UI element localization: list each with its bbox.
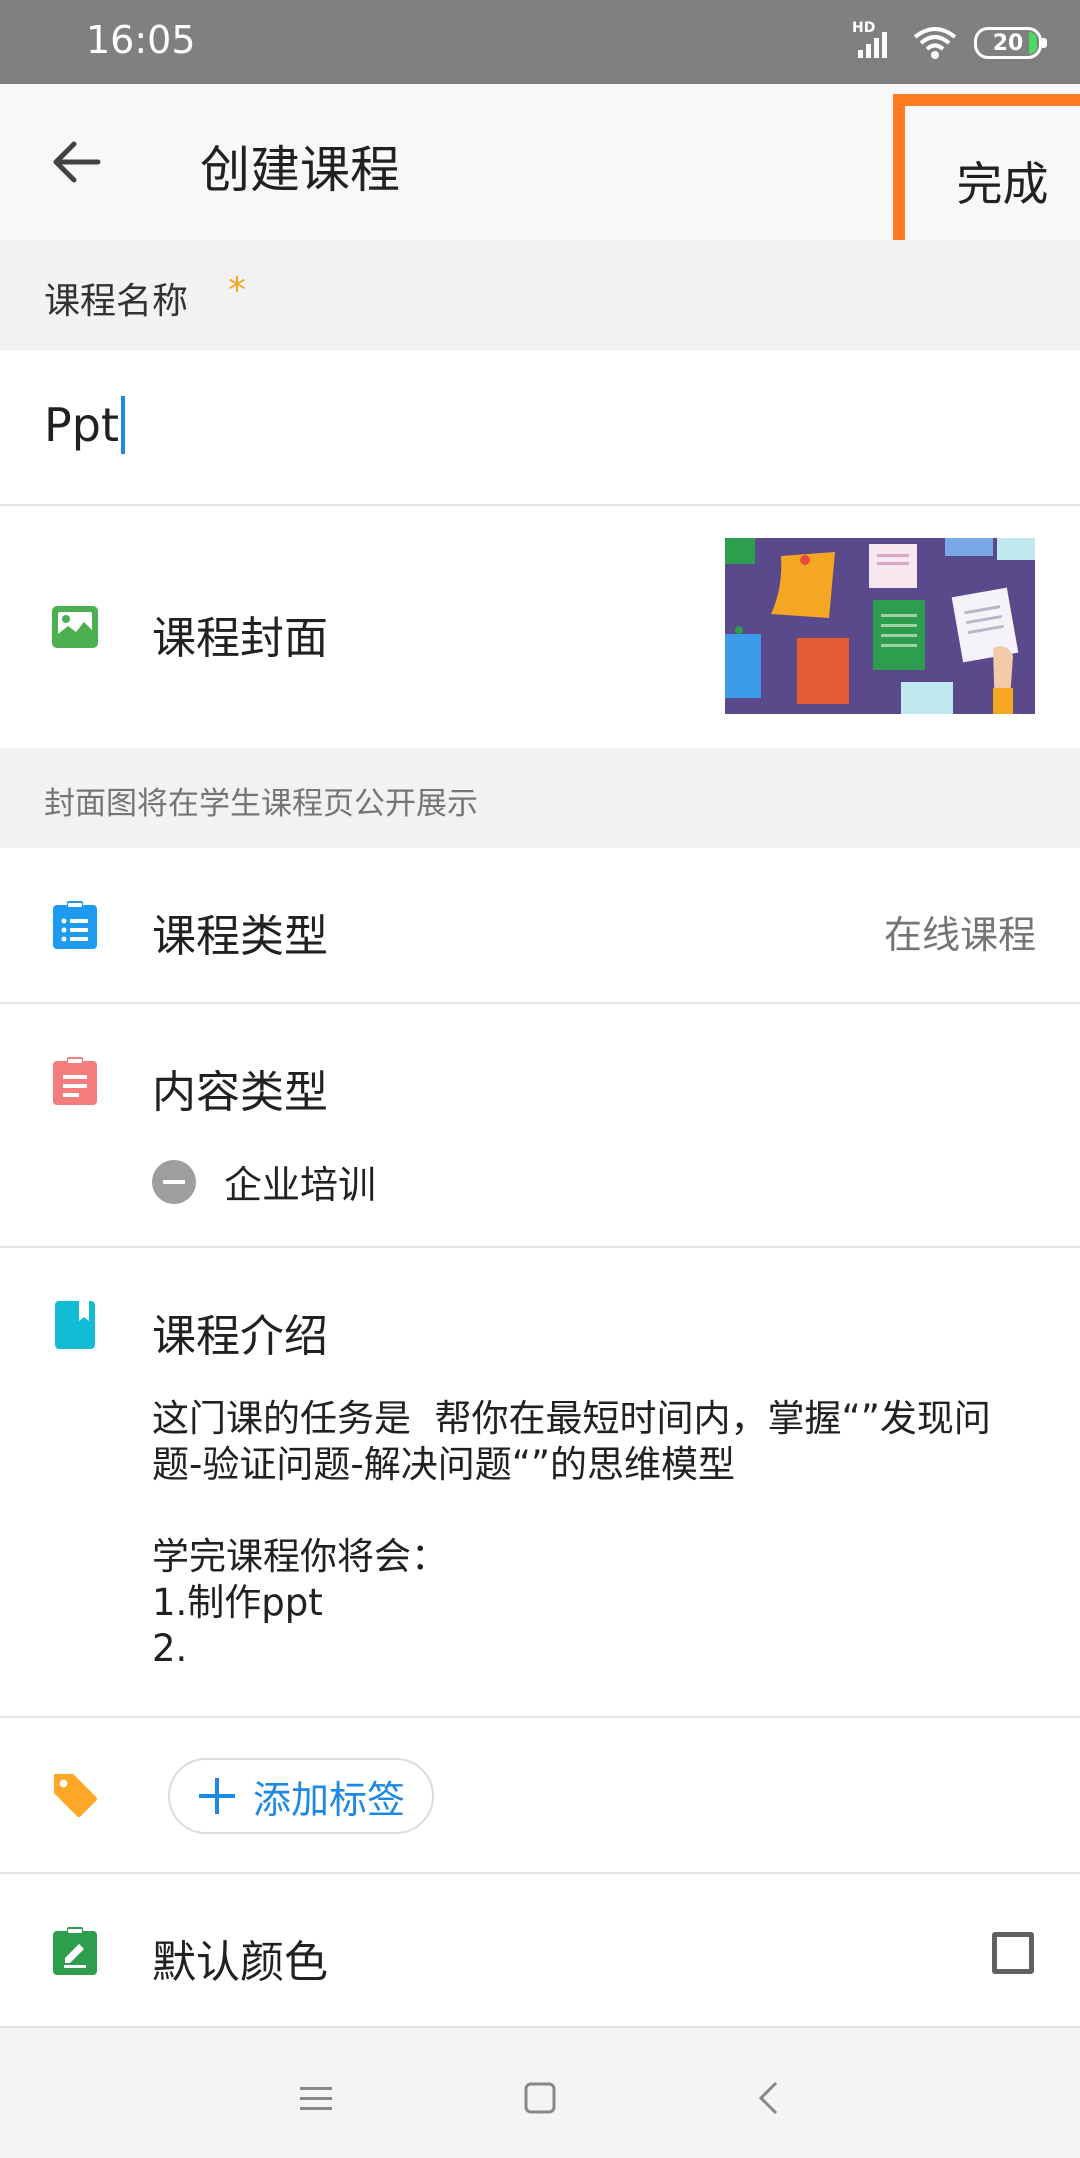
course-intro-label: 课程介绍 xyxy=(152,1311,328,1362)
content-type-label: 内容类型 xyxy=(152,1067,328,1118)
cover-label: 课程封面 xyxy=(152,613,328,664)
page-title: 创建课程 xyxy=(200,141,400,199)
bookmark-book-icon xyxy=(52,1301,98,1349)
status-icons: HD 20 xyxy=(852,20,1047,64)
cover-note: 封面图将在学生课程页公开展示 xyxy=(44,786,478,822)
cover-note-bar: 封面图将在学生课程页公开展示 xyxy=(0,748,1080,848)
status-bar: 16:05 HD 20 xyxy=(0,0,1080,84)
signal-icon: HD xyxy=(852,20,896,60)
required-mark: * xyxy=(228,270,246,311)
done-label: 完成 xyxy=(956,157,1049,211)
battery-icon: 20 xyxy=(974,27,1047,59)
course-name-value: Ppt xyxy=(44,398,119,452)
content-type-chip-label: 企业培训 xyxy=(224,1163,377,1207)
content-type-row[interactable]: 内容类型 企业培训 xyxy=(0,1004,1080,1248)
add-tag-label: 添加标签 xyxy=(252,1777,405,1822)
clipboard-list-icon xyxy=(52,901,98,949)
app-bar: 创建课程 完成 xyxy=(0,84,1080,268)
arrow-left-icon xyxy=(53,141,101,183)
back-nav-icon[interactable] xyxy=(738,2068,798,2128)
wifi-icon xyxy=(912,25,958,61)
tags-row: 添加标签 xyxy=(0,1718,1080,1874)
minus-circle-icon[interactable] xyxy=(152,1159,196,1204)
course-name-label: 课程名称 xyxy=(44,281,189,322)
content-type-chip[interactable]: 企业培训 xyxy=(152,1154,376,1209)
plus-icon xyxy=(198,1778,235,1814)
course-cover-row[interactable]: 课程封面 xyxy=(0,506,1080,748)
home-icon[interactable] xyxy=(510,2068,570,2128)
clipboard-text-icon xyxy=(52,1057,98,1105)
course-type-row[interactable]: 课程类型 在线课程 xyxy=(0,848,1080,1004)
course-name-input[interactable]: Ppt xyxy=(44,396,125,454)
course-name-field[interactable]: Ppt xyxy=(0,350,1080,506)
tag-icon xyxy=(52,1772,98,1818)
back-button[interactable] xyxy=(40,126,112,198)
course-intro-text[interactable]: 这门课的任务是 帮你在最短时间内，掌握“”发现问题-验证问题-解决问题“”的思维… xyxy=(152,1396,1032,1672)
cover-thumbnail[interactable] xyxy=(725,538,1035,714)
status-time: 16:05 xyxy=(86,18,196,62)
course-name-header: 课程名称 * xyxy=(0,240,1080,350)
course-intro-row[interactable]: 课程介绍 这门课的任务是 帮你在最短时间内，掌握“”发现问题-验证问题-解决问题… xyxy=(0,1248,1080,1718)
course-type-value: 在线课程 xyxy=(883,913,1036,957)
menu-icon[interactable] xyxy=(286,2068,346,2128)
clipboard-edit-icon xyxy=(52,1927,98,1975)
navigation-bar xyxy=(0,2028,1080,2158)
text-cursor xyxy=(120,396,125,454)
default-color-row[interactable]: 默认颜色 xyxy=(0,1874,1080,2028)
default-color-checkbox[interactable] xyxy=(992,1932,1034,1974)
add-tag-button[interactable]: 添加标签 xyxy=(168,1758,434,1834)
battery-level: 20 xyxy=(992,30,1024,56)
course-type-label: 课程类型 xyxy=(152,911,328,962)
default-color-label: 默认颜色 xyxy=(152,1937,328,1988)
image-icon xyxy=(52,604,98,650)
